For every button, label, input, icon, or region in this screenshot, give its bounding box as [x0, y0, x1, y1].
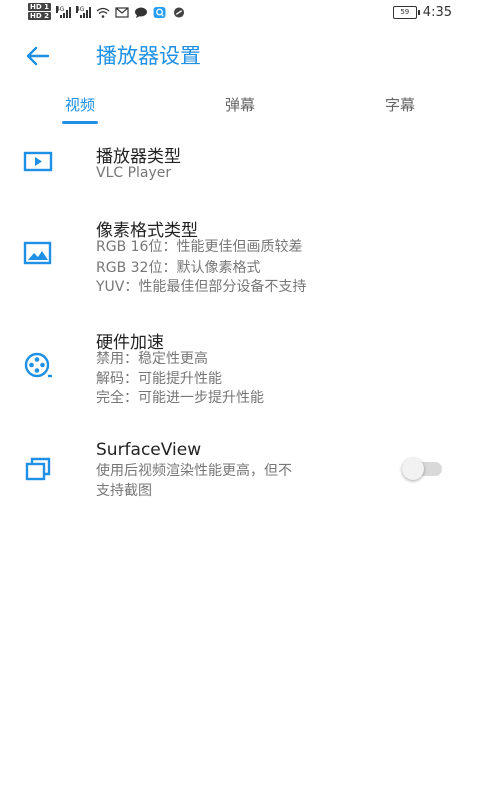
clock: 4:35	[422, 5, 452, 20]
signal-1-icon: 4G	[55, 6, 71, 18]
status-bar: HD 1 HD 2 4G 4G 59 4:35	[0, 0, 480, 28]
setting-option-line: YUV：性能最佳但部分设备不支持	[96, 279, 307, 295]
page-title: 播放器设置	[96, 44, 201, 68]
tab-bar: 视频 弹幕 字幕	[0, 84, 480, 126]
back-arrow-icon[interactable]	[24, 42, 52, 70]
setting-description-line: 支持截图	[96, 483, 152, 499]
tab-danmaku[interactable]: 弹幕	[200, 94, 280, 115]
app-bar: 播放器设置	[0, 28, 480, 84]
image-icon	[23, 241, 52, 265]
setting-pixel-format[interactable]: 像素格式类型 RGB 16位：性能更佳但画质较差 RGB 32位：默认像素格式 …	[0, 210, 480, 300]
setting-hardware-acceleration[interactable]: 硬件加速 禁用：稳定性更高 解码：可能提升性能 完全：可能进一步提升性能	[0, 322, 480, 412]
status-right: 59 4:35	[392, 5, 452, 20]
sim-indicator: HD 1 HD 2	[28, 3, 51, 21]
setting-option-line: RGB 16位：性能更佳但画质较差	[96, 239, 303, 255]
tab-video[interactable]: 视频	[40, 94, 120, 115]
setting-option-line: 禁用：稳定性更高	[96, 351, 208, 367]
surfaceview-toggle[interactable]	[402, 458, 442, 480]
mail-icon	[115, 6, 129, 18]
layers-icon	[25, 457, 51, 481]
setting-surfaceview[interactable]: SurfaceView 使用后视频渲染性能更高，但不 支持截图	[0, 436, 480, 508]
setting-option-line: 解码：可能提升性能	[96, 371, 222, 387]
net2-label: 4G	[75, 6, 85, 13]
play-icon	[23, 151, 53, 172]
toggle-knob	[402, 458, 424, 480]
setting-option-line: 完全：可能进一步提升性能	[96, 390, 264, 406]
setting-option-line: RGB 32位：默认像素格式	[96, 260, 261, 276]
sim2-label: HD 2	[28, 12, 51, 20]
setting-value: VLC Player	[96, 165, 172, 181]
sim1-label: HD 1	[28, 3, 51, 11]
chat-icon	[134, 7, 147, 18]
app-notification-icon	[153, 6, 166, 18]
tab-subtitle[interactable]: 字幕	[360, 94, 440, 115]
battery-icon: 59	[392, 6, 420, 19]
browser-icon	[173, 6, 185, 18]
wifi-icon	[96, 7, 110, 18]
signal-2-icon: 4G	[75, 6, 91, 18]
setting-player-type[interactable]: 播放器类型 VLC Player	[0, 138, 480, 198]
film-reel-icon	[24, 352, 52, 378]
net1-label: 4G	[55, 6, 65, 13]
tab-indicator	[62, 121, 98, 124]
setting-description-line: 使用后视频渲染性能更高，但不	[96, 463, 292, 479]
setting-title: SurfaceView	[96, 440, 202, 460]
status-left: HD 1 HD 2 4G 4G	[28, 3, 186, 21]
